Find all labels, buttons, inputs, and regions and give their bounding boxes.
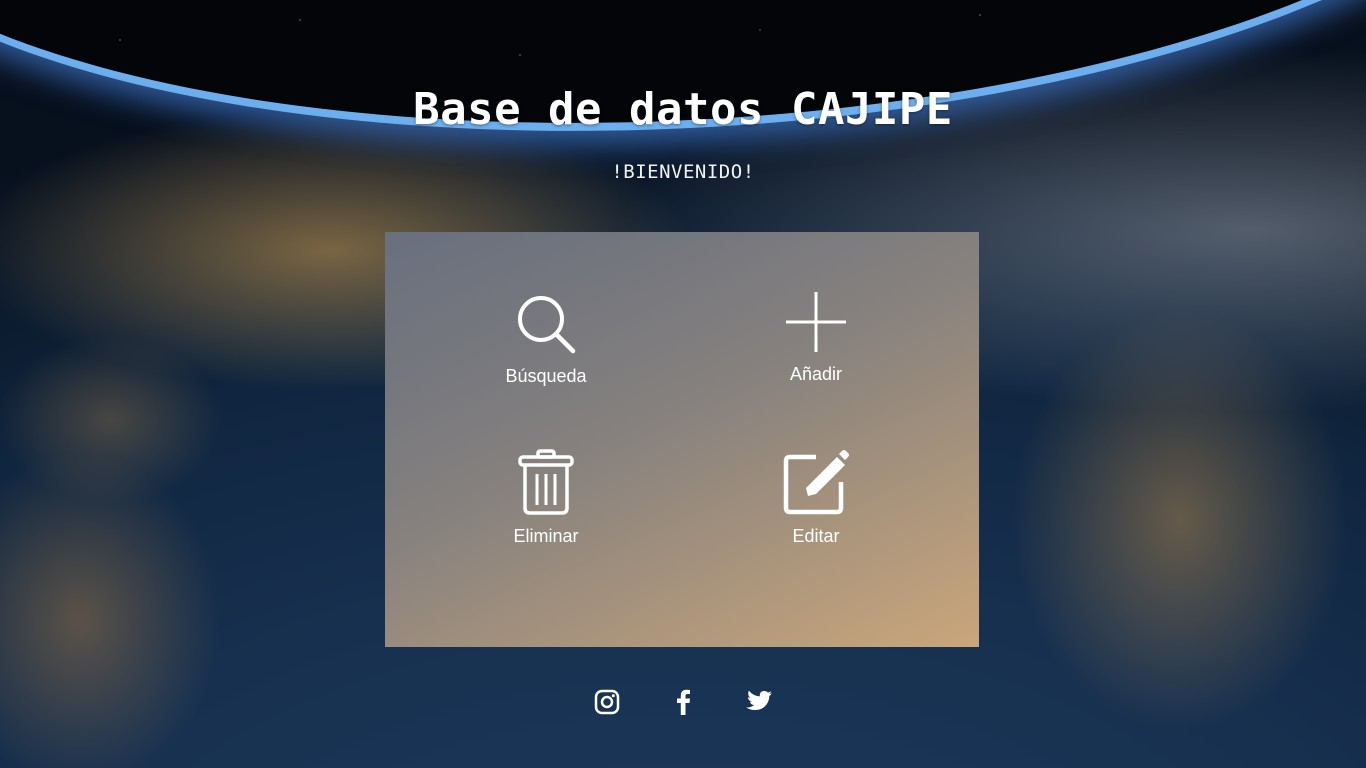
search-icon <box>456 292 636 356</box>
page-header: Base de datos CAJIPE !BIENVENIDO! <box>0 84 1366 183</box>
add-button[interactable]: Añadir <box>726 290 906 385</box>
social-links <box>0 688 1366 716</box>
trash-icon <box>456 448 636 516</box>
page-title: Base de datos CAJIPE <box>413 84 953 135</box>
edit-label: Editar <box>792 526 840 546</box>
edit-button[interactable]: Editar <box>726 448 906 547</box>
twitter-icon[interactable] <box>745 688 773 716</box>
delete-label: Eliminar <box>513 526 579 546</box>
menu-panel: Búsqueda Añadir Eliminar Editar <box>385 232 979 647</box>
welcome-text: !BIENVENIDO! <box>611 161 755 183</box>
facebook-icon[interactable] <box>669 688 697 716</box>
plus-icon <box>726 290 906 354</box>
delete-button[interactable]: Eliminar <box>456 448 636 547</box>
search-label: Búsqueda <box>505 366 587 386</box>
search-button[interactable]: Búsqueda <box>456 292 636 387</box>
add-label: Añadir <box>789 364 843 384</box>
instagram-icon[interactable] <box>593 688 621 716</box>
edit-icon <box>726 448 906 516</box>
